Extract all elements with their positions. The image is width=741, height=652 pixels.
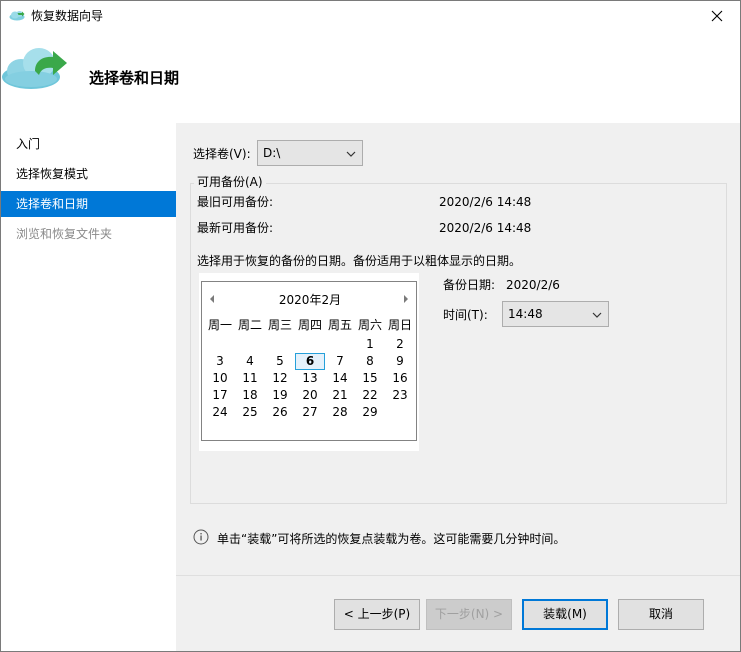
title-bar: 恢复数据向导: [1, 1, 740, 31]
calendar-day-empty: [295, 336, 325, 353]
calendar-day[interactable]: 9: [385, 353, 415, 370]
calendar-day[interactable]: 24: [205, 404, 235, 421]
calendar-day[interactable]: 26: [265, 404, 295, 421]
calendar-day[interactable]: 13: [295, 370, 325, 387]
calendar-month-label: 2020年2月: [278, 293, 342, 307]
cloud-restore-icon: [2, 48, 67, 89]
calendar-day[interactable]: 12: [265, 370, 295, 387]
close-icon: [711, 10, 723, 22]
calendar-day[interactable]: 2: [385, 336, 415, 353]
calendar-day[interactable]: 21: [325, 387, 355, 404]
calendar-day[interactable]: 5: [265, 353, 295, 370]
calendar-day[interactable]: 15: [355, 370, 385, 387]
backup-calendar[interactable]: 2020年2月 周一 周二 周三 周四 周五 周六 周日 1 2 3 4 5 6…: [201, 281, 417, 441]
time-select-value: 14:48: [508, 307, 543, 321]
calendar-week: 1 2: [205, 336, 415, 353]
newest-backup-value: 2020/2/6 14:48: [439, 221, 532, 235]
calendar-week: 3 4 5 6 7 8 9: [205, 353, 415, 370]
calendar-day[interactable]: 29: [355, 404, 385, 421]
calendar-day[interactable]: 28: [325, 404, 355, 421]
wizard-header: 选择卷和日期: [1, 31, 740, 123]
calendar-day[interactable]: 8: [355, 353, 385, 370]
calendar-day[interactable]: 25: [235, 404, 265, 421]
volume-select-value: D:\: [263, 146, 281, 160]
sidebar-item-getting-started[interactable]: 入门: [1, 131, 176, 157]
backup-date-value: 2020/2/6: [506, 278, 560, 292]
calendar-week: 24 25 26 27 28 29: [205, 404, 415, 421]
calendar-day-empty: [385, 404, 415, 421]
calendar-day-empty: [325, 336, 355, 353]
backup-date-label: 备份日期:: [443, 278, 496, 292]
available-backups-label: 可用备份(A): [194, 175, 266, 189]
window-title: 恢复数据向导: [31, 9, 104, 23]
calendar-weekday-header: 周一 周二 周三 周四 周五 周六 周日: [205, 318, 415, 332]
calendar-day-empty: [205, 336, 235, 353]
calendar-day-selected[interactable]: 6: [295, 353, 325, 370]
page-title: 选择卷和日期: [89, 69, 180, 87]
weekday-label: 周日: [387, 318, 412, 332]
oldest-backup-label: 最旧可用备份:: [197, 195, 274, 209]
footer-divider: [176, 575, 740, 576]
wizard-steps-sidebar: 入门 选择恢复模式 选择卷和日期 浏览和恢复文件夹: [1, 123, 176, 651]
calendar-day[interactable]: 1: [355, 336, 385, 353]
mount-button[interactable]: 装载(M): [522, 599, 608, 630]
chevron-down-icon: [592, 312, 602, 318]
calendar-day-empty: [235, 336, 265, 353]
calendar-day-empty: [265, 336, 295, 353]
weekday-label: 周五: [327, 318, 352, 332]
calendar-day[interactable]: 11: [235, 370, 265, 387]
time-select[interactable]: 14:48: [502, 301, 609, 327]
calendar-day[interactable]: 4: [235, 353, 265, 370]
triangle-right-icon[interactable]: [402, 294, 410, 304]
oldest-backup-value: 2020/2/6 14:48: [439, 195, 532, 209]
calendar-day[interactable]: 27: [295, 404, 325, 421]
weekday-label: 周一: [207, 318, 232, 332]
calendar-day[interactable]: 10: [205, 370, 235, 387]
cloud-sync-icon: [9, 11, 25, 21]
calendar-instruction: 选择用于恢复的备份的日期。备份适用于以粗体显示的日期。: [197, 254, 522, 268]
wizard-content: 选择卷(V): D:\ 可用备份(A) 最旧可用备份: 2020/2/6 14:…: [176, 123, 740, 651]
restore-wizard-window: 恢复数据向导 选择卷和日期 入门 选择恢复模式 选择卷和日期 浏览和恢复文件夹 …: [0, 0, 741, 652]
sidebar-item-recovery-mode[interactable]: 选择恢复模式: [1, 161, 176, 187]
cancel-button[interactable]: 取消: [618, 599, 704, 630]
mount-info-text: 单击“装载”可将所选的恢复点装载为卷。这可能需要几分钟时间。: [217, 532, 566, 546]
calendar-day[interactable]: 17: [205, 387, 235, 404]
calendar-day[interactable]: 20: [295, 387, 325, 404]
calendar-day[interactable]: 14: [325, 370, 355, 387]
back-button[interactable]: < 上一步(P): [334, 599, 420, 630]
time-label: 时间(T):: [443, 308, 488, 322]
weekday-label: 周六: [357, 318, 382, 332]
calendar-panel: 2020年2月 周一 周二 周三 周四 周五 周六 周日 1 2 3 4 5 6…: [199, 273, 419, 451]
calendar-day[interactable]: 22: [355, 387, 385, 404]
calendar-day[interactable]: 23: [385, 387, 415, 404]
calendar-day[interactable]: 3: [205, 353, 235, 370]
calendar-week: 17 18 19 20 21 22 23: [205, 387, 415, 404]
next-button: 下一步(N) >: [426, 599, 512, 630]
volume-select[interactable]: D:\: [257, 140, 363, 166]
calendar-week: 10 11 12 13 14 15 16: [205, 370, 415, 387]
calendar-day[interactable]: 19: [265, 387, 295, 404]
weekday-label: 周二: [237, 318, 262, 332]
sidebar-item-browse-recover: 浏览和恢复文件夹: [16, 227, 113, 241]
weekday-label: 周三: [267, 318, 292, 332]
volume-label: 选择卷(V):: [193, 147, 251, 161]
calendar-day[interactable]: 18: [235, 387, 265, 404]
info-icon: [193, 529, 209, 545]
calendar-day[interactable]: 16: [385, 370, 415, 387]
sidebar-item-volume-date[interactable]: 选择卷和日期: [1, 191, 176, 217]
chevron-down-icon: [346, 151, 356, 157]
weekday-label: 周四: [297, 318, 322, 332]
calendar-day[interactable]: 7: [325, 353, 355, 370]
close-button[interactable]: [694, 1, 740, 31]
newest-backup-label: 最新可用备份:: [197, 221, 274, 235]
